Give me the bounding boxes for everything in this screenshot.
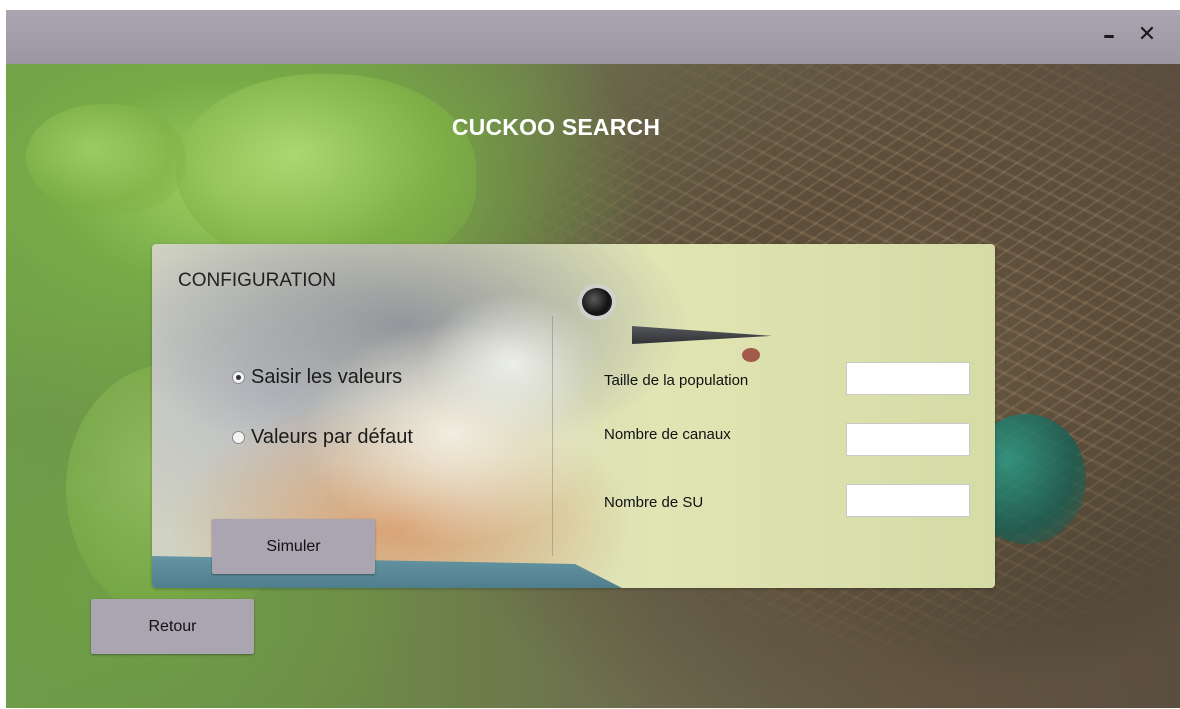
bird-seed [742, 348, 760, 362]
app-title: CUCKOO SEARCH [451, 114, 661, 140]
bird-eye [582, 288, 612, 316]
su-count-label: Nombre de SU [604, 494, 704, 511]
channels-count-input[interactable] [846, 423, 970, 456]
back-button[interactable]: Retour [91, 599, 254, 654]
app-window: – ✕ CUCKOO SEARCH CONFIGURATION Saisir l… [6, 10, 1180, 708]
channels-count-label: Nombre de canaux [604, 426, 731, 443]
radio-checked-icon[interactable] [232, 371, 245, 384]
simulate-button[interactable]: Simuler [212, 519, 375, 574]
radio-label: Valeurs par défaut [251, 426, 413, 448]
population-size-input[interactable] [846, 362, 970, 395]
close-icon[interactable]: ✕ [1130, 18, 1164, 52]
title-bar: – ✕ [6, 10, 1180, 64]
radio-saisir-valeurs[interactable]: Saisir les valeurs [232, 366, 402, 389]
configuration-title: CONFIGURATION [178, 270, 336, 291]
su-count-input[interactable] [846, 484, 970, 517]
radio-unchecked-icon[interactable] [232, 431, 245, 444]
minimize-icon[interactable]: – [1092, 18, 1126, 52]
radio-label: Saisir les valeurs [251, 366, 403, 388]
population-size-label: Taille de la population [604, 372, 749, 389]
radio-valeurs-defaut[interactable]: Valeurs par défaut [232, 426, 413, 449]
panel-divider [552, 316, 553, 556]
